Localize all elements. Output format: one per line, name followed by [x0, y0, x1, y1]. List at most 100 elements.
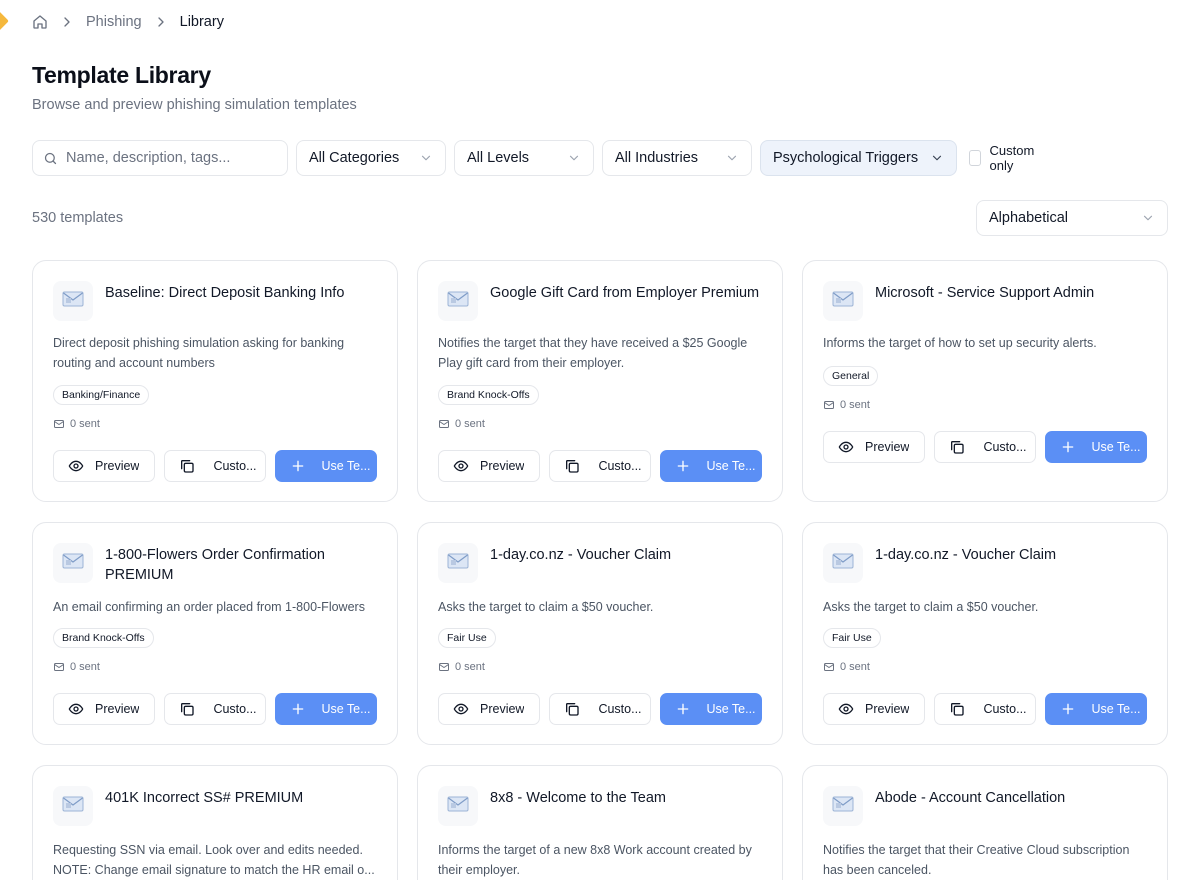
customize-button[interactable]: Custo...: [164, 693, 266, 725]
chevron-right-icon: [59, 14, 75, 30]
level-filter[interactable]: All Levels: [454, 140, 594, 176]
category-tag: Banking/Finance: [53, 385, 150, 405]
use-template-button[interactable]: Use Te...: [660, 450, 762, 482]
mail-icon: [823, 399, 835, 411]
breadcrumb: Phishing Library: [32, 13, 224, 31]
description-line: Notifies the target that they have recei…: [438, 336, 748, 350]
eye-icon: [68, 701, 84, 717]
mail-icon: [823, 661, 835, 673]
template-card[interactable]: 401K Incorrect SS# PREMIUM Requesting SSN…: [32, 765, 398, 880]
custom-only-label: Custom only: [989, 143, 1035, 173]
template-card[interactable]: 1-day.co.nz - Voucher Claim Asks the targ…: [417, 522, 783, 745]
use-template-button[interactable]: Use Te...: [1045, 693, 1147, 725]
template-card[interactable]: Microsoft - Service Support Admin Informs…: [802, 260, 1168, 502]
template-card[interactable]: 1-day.co.nz - Voucher Claim Asks the targ…: [802, 522, 1168, 745]
template-thumbnail: [823, 281, 863, 321]
description-line: their employer.: [438, 863, 520, 877]
category-tag: Brand Knock-Offs: [438, 385, 539, 405]
sent-count: 0 sent: [53, 418, 100, 430]
template-description: Asks the target to claim a $50 voucher.: [823, 597, 1149, 617]
use-template-button[interactable]: Use Te...: [275, 450, 377, 482]
envelope-icon: [446, 794, 470, 819]
page-title: Template Library: [32, 62, 211, 88]
template-title: Google Gift Card from Employer Premium: [490, 285, 760, 301]
description-line: Informs the target of a new 8x8 Work acc…: [438, 843, 752, 857]
template-card[interactable]: 1-800-Flowers Order Confirmation PREMIUM…: [32, 522, 398, 745]
customize-button-label: Custo...: [983, 702, 1027, 716]
customize-button-label: Custo...: [213, 459, 257, 473]
preview-button[interactable]: Preview: [823, 431, 925, 463]
preview-button[interactable]: Preview: [823, 693, 925, 725]
triggers-filter[interactable]: Psychological Triggers: [760, 140, 957, 176]
plus-icon: [675, 701, 691, 717]
industry-filter[interactable]: All Industries: [602, 140, 752, 176]
sent-count-label: 0 sent: [455, 661, 485, 673]
template-title: Abode - Account Cancellation: [875, 790, 1066, 806]
sent-count: 0 sent: [438, 661, 485, 673]
customize-button[interactable]: Custo...: [549, 693, 651, 725]
use-template-button[interactable]: Use Te...: [660, 693, 762, 725]
envelope-icon: [61, 794, 85, 819]
custom-only-checkbox[interactable]: [969, 150, 981, 166]
breadcrumb-library: Library: [179, 14, 224, 30]
template-card[interactable]: Baseline: Direct Deposit Banking Info Dir…: [32, 260, 398, 502]
template-card[interactable]: Google Gift Card from Employer Premium No…: [417, 260, 783, 502]
chevron-down-icon: [1141, 211, 1155, 225]
description-line: has been canceled.: [823, 863, 932, 877]
template-thumbnail: [53, 786, 93, 826]
sent-count: 0 sent: [823, 399, 870, 411]
sort-select[interactable]: Alphabetical: [976, 200, 1168, 236]
search-input[interactable]: [66, 150, 276, 166]
description-line: Notifies the target that their Creative …: [823, 843, 1130, 857]
chevron-right-icon: [153, 14, 169, 30]
description-line: NOTE: Change email signature to match th…: [53, 863, 375, 877]
customize-button-label: Custo...: [598, 702, 642, 716]
template-card[interactable]: 8x8 - Welcome to the Team Informs the tar…: [417, 765, 783, 880]
customize-button[interactable]: Custo...: [934, 693, 1036, 725]
template-description: Notifies the target that they have recei…: [438, 333, 764, 373]
copy-icon: [949, 701, 965, 717]
template-thumbnail: [53, 281, 93, 321]
category-tag: Fair Use: [438, 628, 496, 648]
template-description: Requesting SSN via email. Look over and …: [53, 840, 379, 880]
category-filter[interactable]: All Categories: [296, 140, 446, 176]
category-tag: General: [823, 366, 879, 386]
sent-count: 0 sent: [823, 661, 870, 673]
preview-button[interactable]: Preview: [53, 693, 155, 725]
preview-button[interactable]: Preview: [438, 693, 540, 725]
use-template-button[interactable]: Use Te...: [275, 693, 377, 725]
template-card[interactable]: Abode - Account Cancellation Notifies the…: [802, 765, 1168, 880]
template-title: Microsoft - Service Support Admin: [875, 285, 1095, 301]
sent-count: 0 sent: [438, 418, 485, 430]
template-description: Informs the target of how to set up secu…: [823, 333, 1149, 353]
template-thumbnail: [823, 786, 863, 826]
custom-only-toggle[interactable]: Custom only: [969, 140, 1039, 176]
template-title: 1-800-Flowers Order Confirmation PREMIUM: [105, 547, 325, 583]
sent-count-label: 0 sent: [70, 418, 100, 430]
search-box: [32, 140, 288, 176]
template-thumbnail: [53, 543, 93, 583]
plus-icon: [1060, 701, 1076, 717]
customize-button[interactable]: Custo...: [164, 450, 266, 482]
mail-icon: [53, 661, 65, 673]
preview-button[interactable]: Preview: [53, 450, 155, 482]
envelope-icon: [831, 794, 855, 819]
customize-button-label: Custo...: [213, 702, 257, 716]
preview-button-label: Preview: [480, 459, 525, 473]
use-template-button[interactable]: Use Te...: [1045, 431, 1147, 463]
use-template-button-label: Use Te...: [706, 702, 756, 716]
customize-button[interactable]: Custo...: [549, 450, 651, 482]
preview-button-label: Preview: [480, 702, 525, 716]
preview-button-label: Preview: [865, 440, 910, 454]
home-icon[interactable]: [32, 14, 48, 30]
preview-button[interactable]: Preview: [438, 450, 540, 482]
template-title: 8x8 - Welcome to the Team: [490, 790, 666, 806]
customize-button[interactable]: Custo...: [934, 431, 1036, 463]
breadcrumb-phishing[interactable]: Phishing: [86, 14, 142, 30]
copy-icon: [564, 701, 580, 717]
eye-icon: [68, 458, 84, 474]
template-title: 1-day.co.nz - Voucher Claim: [875, 547, 1057, 563]
preview-button-label: Preview: [95, 702, 140, 716]
description-line: Asks the target to claim a $50 voucher.: [823, 600, 1039, 614]
eye-icon: [453, 701, 469, 717]
